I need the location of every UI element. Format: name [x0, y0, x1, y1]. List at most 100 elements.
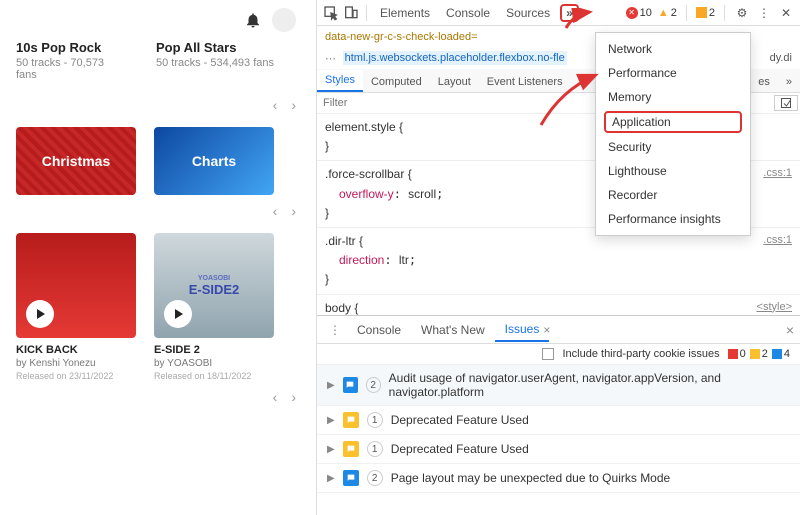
drawer-tab-whatsnew[interactable]: What's New: [411, 319, 495, 341]
issue-count: 2: [366, 377, 381, 393]
breadcrumb-node[interactable]: html.js.websockets.placeholder.flexbox.n…: [343, 51, 567, 65]
red-count[interactable]: 0: [728, 348, 746, 360]
more-subtabs-icon[interactable]: »: [778, 72, 800, 92]
music-app-pane: 10s Pop Rock 50 tracks - 70,573 fans Pop…: [0, 0, 316, 515]
warn-count: 2: [671, 7, 677, 19]
drawer-tab-issues[interactable]: Issues: [495, 318, 550, 342]
cookie-label: Include third-party cookie issues: [562, 348, 719, 360]
close-drawer-icon[interactable]: ×: [786, 322, 794, 338]
album-art: Christmas: [16, 127, 136, 195]
expand-icon[interactable]: ▶: [327, 415, 335, 426]
playlist-card[interactable]: Charts: [154, 127, 274, 195]
issue-count: 2: [709, 7, 715, 19]
drawer-kebab-icon[interactable]: ⋮: [323, 323, 347, 337]
prev-icon[interactable]: ‹: [273, 97, 278, 113]
error-badge[interactable]: ✕10: [626, 7, 652, 19]
menu-item-performance[interactable]: Performance: [596, 61, 750, 85]
album-artist: by Kenshi Yonezu: [16, 358, 136, 369]
tab-console[interactable]: Console: [440, 6, 496, 20]
annotation-arrow: [562, 8, 596, 32]
album-art[interactable]: [16, 233, 136, 338]
menu-item-security[interactable]: Security: [596, 135, 750, 159]
tab-elements[interactable]: Elements: [374, 6, 436, 20]
section-card[interactable]: 10s Pop Rock 50 tracks - 70,573 fans: [0, 40, 140, 89]
issue-text: Deprecated Feature Used: [391, 413, 529, 427]
prev-icon[interactable]: ‹: [273, 389, 278, 405]
expand-icon[interactable]: ▶: [327, 444, 335, 455]
subtab-styles[interactable]: Styles: [317, 70, 363, 92]
album-card[interactable]: KICK BACK by Kenshi Yonezu Released on 2…: [16, 233, 136, 381]
devtools-drawer: ⋮ Console What's New Issues × × Include …: [317, 315, 800, 515]
drawer-tab-console[interactable]: Console: [347, 319, 411, 341]
menu-item-network[interactable]: Network: [596, 37, 750, 61]
error-count: 10: [640, 7, 652, 19]
source-link[interactable]: .css:1: [763, 165, 792, 183]
art-label: Christmas: [42, 153, 110, 169]
section-title: 10s Pop Rock: [16, 40, 124, 55]
tab-sources[interactable]: Sources: [500, 6, 556, 20]
annotation-arrow: [536, 70, 606, 130]
avatar[interactable]: [272, 8, 296, 32]
close-tab-icon[interactable]: ×: [543, 323, 550, 337]
source-link[interactable]: .css:1: [763, 232, 792, 250]
album-release: Released on 18/11/2022: [154, 371, 274, 381]
album-art[interactable]: YOASOBIE-SIDE2: [154, 233, 274, 338]
card-row: Christmas Charts: [0, 123, 316, 195]
pager: ‹ ›: [0, 89, 316, 123]
info-icon: [343, 377, 358, 393]
album-art: Charts: [154, 127, 274, 195]
section-card[interactable]: Pop All Stars 50 tracks - 534,493 fans: [140, 40, 290, 89]
hover-toggle-icon[interactable]: [774, 95, 798, 111]
devtools-main-tabs: Elements Console Sources » ✕10 ▲2 2 ⚙ ⋮ …: [317, 0, 800, 26]
more-tabs-dropdown: NetworkPerformanceMemoryApplicationSecur…: [595, 32, 751, 236]
next-icon[interactable]: ›: [291, 389, 296, 405]
cookie-checkbox[interactable]: [542, 348, 554, 360]
menu-item-lighthouse[interactable]: Lighthouse: [596, 159, 750, 183]
art-label: Charts: [192, 153, 236, 169]
yel-count[interactable]: 2: [750, 348, 768, 360]
playlist-card[interactable]: Christmas: [16, 127, 136, 195]
prev-icon[interactable]: ‹: [273, 203, 278, 219]
issue-row[interactable]: ▶ 1 Deprecated Feature Used: [317, 406, 800, 435]
expand-icon[interactable]: ▶: [327, 473, 335, 484]
album-card[interactable]: YOASOBIE-SIDE2 E-SIDE 2 by YOASOBI Relea…: [154, 233, 274, 381]
gear-icon[interactable]: ⚙: [734, 5, 750, 21]
menu-item-performance-insights[interactable]: Performance insights: [596, 207, 750, 231]
inspect-icon[interactable]: [323, 5, 339, 21]
bell-icon[interactable]: [244, 11, 262, 29]
issue-row[interactable]: ▶2Page layout may be unexpected due to Q…: [317, 464, 800, 493]
warn-icon: [343, 412, 359, 428]
subtab-more[interactable]: es: [750, 72, 778, 92]
breadcrumb-node[interactable]: dy.di: [770, 52, 792, 64]
cookie-filter-row: Include third-party cookie issues 0 2 4: [317, 344, 800, 365]
issues-list: ▶2Audit usage of navigator.userAgent, na…: [317, 365, 800, 493]
section-meta: 50 tracks - 534,493 fans: [156, 57, 274, 69]
issue-count: 1: [367, 412, 383, 428]
menu-item-memory[interactable]: Memory: [596, 85, 750, 109]
blue-count[interactable]: 4: [772, 348, 790, 360]
next-icon[interactable]: ›: [291, 97, 296, 113]
subtab-layout[interactable]: Layout: [430, 72, 479, 92]
next-icon[interactable]: ›: [291, 203, 296, 219]
info-icon: [343, 470, 359, 486]
subtab-computed[interactable]: Computed: [363, 72, 430, 92]
issue-row[interactable]: ▶1Deprecated Feature Used: [317, 435, 800, 464]
device-icon[interactable]: [343, 5, 359, 21]
menu-item-application[interactable]: Application: [604, 111, 742, 133]
kebab-icon[interactable]: ⋮: [756, 5, 772, 21]
album-title: KICK BACK: [16, 344, 136, 356]
css-rule[interactable]: .css:1 .dir-ltr { direction: ltr; }: [317, 228, 800, 295]
section-title: Pop All Stars: [156, 40, 274, 55]
art-label: E-SIDE2: [189, 282, 240, 297]
menu-item-recorder[interactable]: Recorder: [596, 183, 750, 207]
source-link[interactable]: <style>: [757, 299, 792, 317]
issue-text: Page layout may be unexpected due to Qui…: [391, 471, 671, 485]
warn-badge[interactable]: ▲2: [658, 7, 677, 19]
close-icon[interactable]: ✕: [778, 5, 794, 21]
topbar: [0, 0, 316, 40]
album-artist: by YOASOBI: [154, 358, 274, 369]
issue-badge[interactable]: 2: [696, 7, 715, 19]
pager: ‹ ›: [0, 381, 316, 415]
issue-row[interactable]: ▶2Audit usage of navigator.userAgent, na…: [317, 365, 800, 406]
expand-icon[interactable]: ▶: [327, 380, 335, 391]
